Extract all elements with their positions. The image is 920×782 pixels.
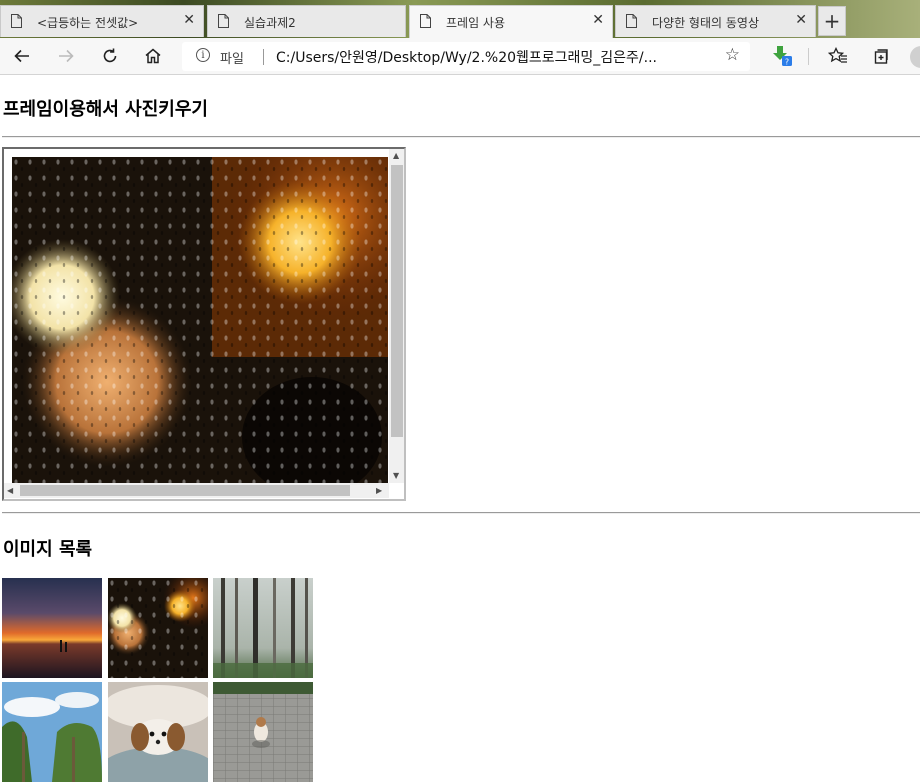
page-icon: [11, 14, 22, 28]
refresh-icon: [103, 48, 117, 63]
scroll-left-icon[interactable]: ◀: [7, 486, 13, 495]
thumbnail-rain-bokeh[interactable]: [108, 578, 208, 678]
forward-button[interactable]: [54, 44, 78, 68]
divider: [2, 512, 920, 514]
tab-2[interactable]: 실습과제2: [207, 5, 406, 37]
collections-button[interactable]: [869, 44, 893, 68]
divider: [2, 136, 920, 138]
back-icon: [14, 49, 29, 63]
scroll-up-icon[interactable]: ▲: [393, 151, 399, 160]
scroll-thumb[interactable]: [20, 485, 350, 496]
favorites-button[interactable]: [826, 44, 850, 68]
scroll-thumb[interactable]: [391, 165, 403, 437]
home-icon: [145, 48, 161, 64]
thumbnail-palm-trees[interactable]: [2, 682, 102, 782]
horizontal-scrollbar[interactable]: ◀ ▶: [4, 483, 389, 498]
avatar[interactable]: [910, 46, 920, 68]
page-content: 프레임이용해서 사진키우기 ▲ ▼ ◀ ▶ 이미지 목록: [0, 75, 920, 782]
tab-4[interactable]: 다양한 형태의 동영상 ✕: [615, 5, 816, 37]
page-title: 프레임이용해서 사진키우기: [3, 99, 208, 120]
home-button[interactable]: [141, 44, 165, 68]
thumbnail-sunset-sea[interactable]: [2, 578, 102, 678]
close-icon[interactable]: ✕: [592, 12, 604, 28]
rain-bokeh-image: [12, 157, 388, 483]
collections-icon: [874, 49, 888, 64]
tab-title: <급등하는 전셋값>: [37, 16, 139, 30]
scroll-down-icon[interactable]: ▼: [393, 471, 399, 480]
page-icon: [626, 14, 637, 28]
tab-strip: <급등하는 전셋값> ✕ 실습과제2 프레임 사용 ✕ 다양한 형태의 동영상 …: [0, 0, 920, 38]
page-icon: [218, 14, 229, 28]
new-tab-button[interactable]: +: [818, 6, 846, 36]
image-frame[interactable]: ▲ ▼ ◀ ▶: [2, 147, 406, 501]
close-icon[interactable]: ✕: [795, 12, 807, 28]
tab-3-active[interactable]: 프레임 사용 ✕: [409, 5, 613, 38]
page-icon: [420, 14, 431, 28]
toolbar: i 파일 C:/Users/안원영/Desktop/Wy/2.%20웹프로그래밍…: [0, 38, 920, 75]
tab-title: 다양한 형태의 동영상: [652, 16, 759, 30]
tab-title: 실습과제2: [244, 16, 296, 30]
refresh-button[interactable]: [98, 44, 122, 68]
tab-title: 프레임 사용: [446, 16, 506, 30]
favorites-icon: [828, 47, 847, 63]
address-bar[interactable]: i 파일 C:/Users/안원영/Desktop/Wy/2.%20웹프로그래밍…: [182, 42, 750, 71]
back-button[interactable]: [10, 44, 34, 68]
divider: [263, 49, 264, 65]
scroll-right-icon[interactable]: ▶: [376, 486, 382, 495]
url-text[interactable]: C:/Users/안원영/Desktop/Wy/2.%20웹프로그래밍_김은주/…: [276, 47, 657, 67]
forward-icon: [59, 49, 74, 63]
scheme-label: 파일: [220, 52, 244, 67]
extension-icon: ?: [773, 46, 792, 67]
vertical-scrollbar[interactable]: ▲ ▼: [389, 149, 404, 483]
toolbar-divider: [808, 48, 809, 65]
thumbnail-puppy-pavement[interactable]: [213, 682, 313, 782]
section-title: 이미지 목록: [3, 539, 93, 560]
thumbnail-puppy-blanket[interactable]: [108, 682, 208, 782]
star-icon[interactable]: ☆: [725, 45, 740, 65]
info-icon[interactable]: i: [196, 48, 210, 62]
tab-1[interactable]: <급등하는 전셋값> ✕: [0, 5, 204, 37]
close-icon[interactable]: ✕: [183, 12, 195, 28]
extension-button[interactable]: ?: [770, 44, 794, 68]
svg-text:?: ?: [785, 58, 789, 67]
thumbnail-foggy-forest[interactable]: [213, 578, 313, 678]
